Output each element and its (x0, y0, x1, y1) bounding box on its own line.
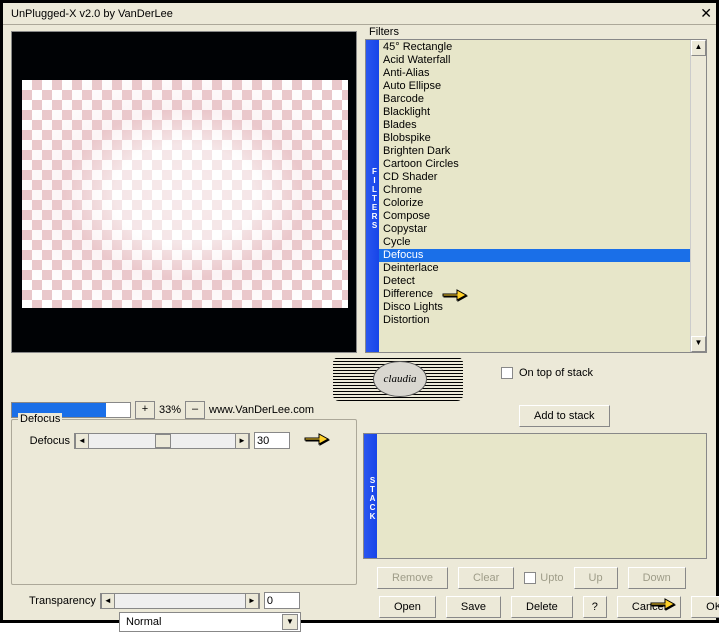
filters-group-label: Filters (369, 26, 399, 38)
filter-item[interactable]: Difference (379, 288, 690, 301)
on-top-label: On top of stack (519, 367, 593, 379)
filter-item[interactable]: Chrome (379, 184, 690, 197)
slider-left-icon[interactable]: ◄ (101, 594, 115, 608)
slider-left-icon[interactable]: ◄ (75, 434, 89, 448)
stack-area: STACK (363, 433, 707, 559)
transparency-label: Transparency (29, 595, 96, 607)
filter-item[interactable]: 45° Rectangle (379, 41, 690, 54)
upto-label: Upto (540, 572, 563, 584)
filter-item[interactable]: Blobspike (379, 132, 690, 145)
filter-item[interactable]: Brighten Dark (379, 145, 690, 158)
remove-button[interactable]: Remove (377, 567, 448, 589)
website-link[interactable]: www.VanDerLee.com (209, 404, 314, 416)
preview-panel (11, 31, 357, 353)
slider-right-icon[interactable]: ► (245, 594, 259, 608)
filter-item[interactable]: Copystar (379, 223, 690, 236)
defocus-group: Defocus Defocus ◄ ► (11, 419, 357, 585)
delete-button[interactable]: Delete (511, 596, 573, 618)
filter-item[interactable]: Colorize (379, 197, 690, 210)
cancel-button[interactable]: Cancel (617, 596, 681, 618)
logo-oval: claudia (373, 361, 427, 397)
filters-tab: FILTERS (366, 40, 379, 352)
save-button[interactable]: Save (446, 596, 501, 618)
scroll-down-icon[interactable]: ▼ (691, 336, 706, 352)
upto-checkbox[interactable] (524, 572, 536, 584)
open-button[interactable]: Open (379, 596, 436, 618)
filter-item[interactable]: Cycle (379, 236, 690, 249)
filter-item[interactable]: Blades (379, 119, 690, 132)
transparency-slider[interactable]: ◄ ► (100, 593, 260, 609)
defocus-value-input[interactable] (254, 432, 290, 449)
zoom-in-button[interactable]: + (135, 401, 155, 419)
filter-item[interactable]: Cartoon Circles (379, 158, 690, 171)
add-to-stack-button[interactable]: Add to stack (519, 405, 610, 427)
filters-group: Filters FILTERS 45° RectangleAcid Waterf… (363, 27, 707, 353)
filter-item[interactable]: Anti-Alias (379, 67, 690, 80)
stack-list[interactable] (377, 434, 706, 558)
chevron-down-icon[interactable]: ▼ (282, 614, 298, 630)
down-button[interactable]: Down (628, 567, 686, 589)
zoom-bar: + 33% – www.VanDerLee.com (11, 400, 357, 420)
logo-strip: claudia (333, 357, 463, 401)
filter-item[interactable]: Distortion (379, 314, 690, 327)
zoom-out-button[interactable]: – (185, 401, 205, 419)
defocus-group-label: Defocus (18, 413, 62, 425)
filter-item[interactable]: Defocus (379, 249, 690, 262)
preview-image (22, 80, 348, 308)
ok-button[interactable]: OK (691, 596, 719, 618)
filter-item[interactable]: Auto Ellipse (379, 80, 690, 93)
clear-button[interactable]: Clear (458, 567, 514, 589)
filters-list[interactable]: 45° RectangleAcid WaterfallAnti-AliasAut… (379, 40, 690, 352)
scroll-up-icon[interactable]: ▲ (691, 40, 706, 56)
filter-item[interactable]: CD Shader (379, 171, 690, 184)
stack-tab: STACK (364, 434, 377, 558)
defocus-param-label: Defocus (18, 435, 70, 447)
up-button[interactable]: Up (574, 567, 618, 589)
filter-item[interactable]: Blacklight (379, 106, 690, 119)
filter-item[interactable]: Barcode (379, 93, 690, 106)
slider-thumb[interactable] (155, 434, 171, 448)
app-window: UnPlugged-X v2.0 by VanDerLee ✕ Filters … (0, 0, 719, 623)
filter-item[interactable]: Disco Lights (379, 301, 690, 314)
slider-right-icon[interactable]: ► (235, 434, 249, 448)
on-top-checkbox[interactable] (501, 367, 513, 379)
blend-mode-select[interactable]: Normal ▼ (119, 612, 301, 632)
filter-item[interactable]: Detect (379, 275, 690, 288)
filter-item[interactable]: Acid Waterfall (379, 54, 690, 67)
help-button[interactable]: ? (583, 596, 607, 618)
on-top-of-stack-option[interactable]: On top of stack (501, 367, 593, 379)
zoom-value: 33% (159, 404, 181, 416)
filter-item[interactable]: Compose (379, 210, 690, 223)
close-icon[interactable]: ✕ (700, 5, 712, 22)
filter-item[interactable]: Deinterlace (379, 262, 690, 275)
transparency-value-input[interactable] (264, 592, 300, 609)
defocus-slider[interactable]: ◄ ► (74, 433, 250, 449)
titlebar: UnPlugged-X v2.0 by VanDerLee ✕ (3, 3, 716, 25)
filters-scrollbar[interactable]: ▲ ▼ (690, 40, 706, 352)
blend-mode-value: Normal (126, 616, 161, 628)
window-title: UnPlugged-X v2.0 by VanDerLee (7, 8, 173, 20)
